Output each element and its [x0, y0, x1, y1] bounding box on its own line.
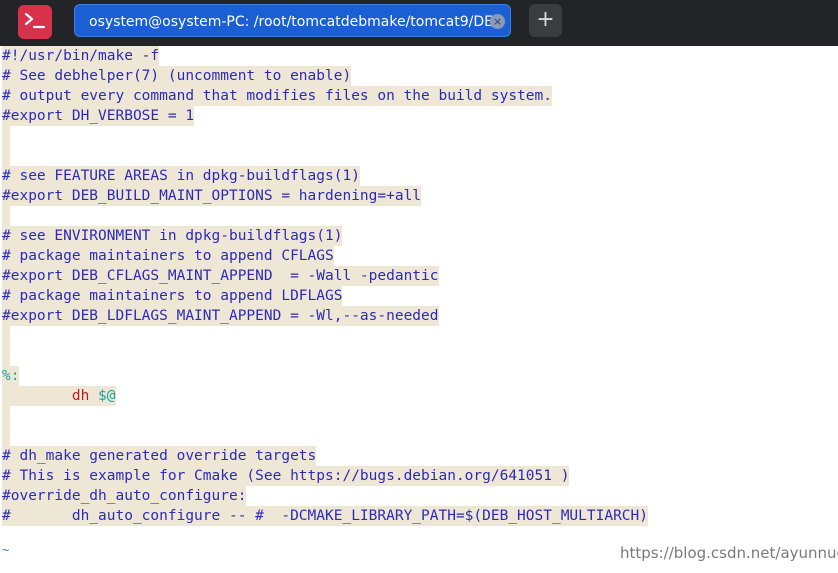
terminal-line: #export DEB_BUILD_MAINT_OPTIONS = harden…	[2, 186, 422, 206]
empty-buffer-tilde: ~	[2, 543, 10, 557]
terminal-line: # This is example for Cmake (See https:/…	[2, 466, 570, 486]
blank-line-marker	[2, 406, 10, 426]
terminal-line: dh $@	[2, 386, 116, 406]
blank-line-marker	[2, 326, 10, 346]
terminal-line: ~	[2, 543, 9, 563]
blank-line-marker	[2, 346, 10, 366]
terminal-line: # dh_make generated override targets	[2, 446, 317, 466]
terminal-line: #export DH_VERBOSE = 1	[2, 106, 195, 126]
terminal-line: #export DEB_LDFLAGS_MAINT_APPEND = -Wl,-…	[2, 306, 439, 326]
code-text: # See debhelper(7) (uncomment to enable)	[2, 66, 352, 86]
code-text: #override_dh_auto_configure:	[2, 486, 247, 506]
terminal-line: # see FEATURE AREAS in dpkg-buildflags(1…	[2, 166, 360, 186]
terminal-line: #!/usr/bin/make -f	[2, 46, 160, 66]
terminal-line: #override_dh_auto_configure:	[2, 486, 247, 506]
code-text: #export DEB_LDFLAGS_MAINT_APPEND = -Wl,-…	[2, 306, 439, 326]
code-indent	[2, 386, 72, 406]
terminal-app-icon[interactable]	[18, 5, 52, 39]
code-text: #!/usr/bin/make -f	[2, 46, 160, 66]
title-bar: osystem@osystem-PC: /root/tomcatdebmake/…	[0, 0, 838, 46]
code-text: # package maintainers to append CFLAGS	[2, 246, 334, 266]
blank-line-marker	[2, 146, 10, 166]
code-text: # output every command that modifies fil…	[2, 86, 552, 106]
terminal-line: #export DEB_CFLAGS_MAINT_APPEND = -Wall …	[2, 266, 439, 286]
code-text: # dh_make generated override targets	[2, 446, 317, 466]
terminal-line: # package maintainers to append CFLAGS	[2, 246, 334, 266]
close-icon[interactable]: ×	[490, 14, 505, 29]
code-text: #export DH_VERBOSE = 1	[2, 106, 195, 126]
code-text: # see ENVIRONMENT in dpkg-buildflags(1)	[2, 226, 343, 246]
terminal-line: # dh_auto_configure -- # -DCMAKE_LIBRARY…	[2, 506, 649, 526]
code-space	[89, 386, 99, 406]
make-command: dh	[71, 386, 90, 406]
new-tab-button[interactable]: +	[529, 4, 562, 37]
blank-line-marker	[2, 126, 10, 146]
terminal-line: # output every command that modifies fil…	[2, 86, 552, 106]
make-variable: $@	[98, 386, 116, 406]
code-text: #export DEB_BUILD_MAINT_OPTIONS = harden…	[2, 186, 422, 206]
code-text: # see FEATURE AREAS in dpkg-buildflags(1…	[2, 166, 360, 186]
make-target: %:	[2, 366, 20, 386]
blank-line-marker	[2, 426, 10, 446]
watermark: https://blog.csdn.net/ayunnuo	[620, 544, 838, 562]
blank-line-marker	[2, 206, 10, 226]
terminal-line: # see ENVIRONMENT in dpkg-buildflags(1)	[2, 226, 343, 246]
code-text: # dh_auto_configure -- # -DCMAKE_LIBRARY…	[2, 506, 649, 526]
terminal-line: # See debhelper(7) (uncomment to enable)	[2, 66, 352, 86]
tab-terminal-session[interactable]: osystem@osystem-PC: /root/tomcatdebmake/…	[74, 4, 511, 37]
code-text: # package maintainers to append LDFLAGS	[2, 286, 343, 306]
terminal-line: # package maintainers to append LDFLAGS	[2, 286, 343, 306]
terminal-line: %:	[2, 366, 20, 386]
code-text: #export DEB_CFLAGS_MAINT_APPEND = -Wall …	[2, 266, 439, 286]
terminal-content[interactable]: #!/usr/bin/make -f # See debhelper(7) (u…	[0, 46, 838, 573]
code-text: # This is example for Cmake (See https:/…	[2, 466, 570, 486]
tab-title: osystem@osystem-PC: /root/tomcatdebmake/…	[89, 14, 493, 30]
